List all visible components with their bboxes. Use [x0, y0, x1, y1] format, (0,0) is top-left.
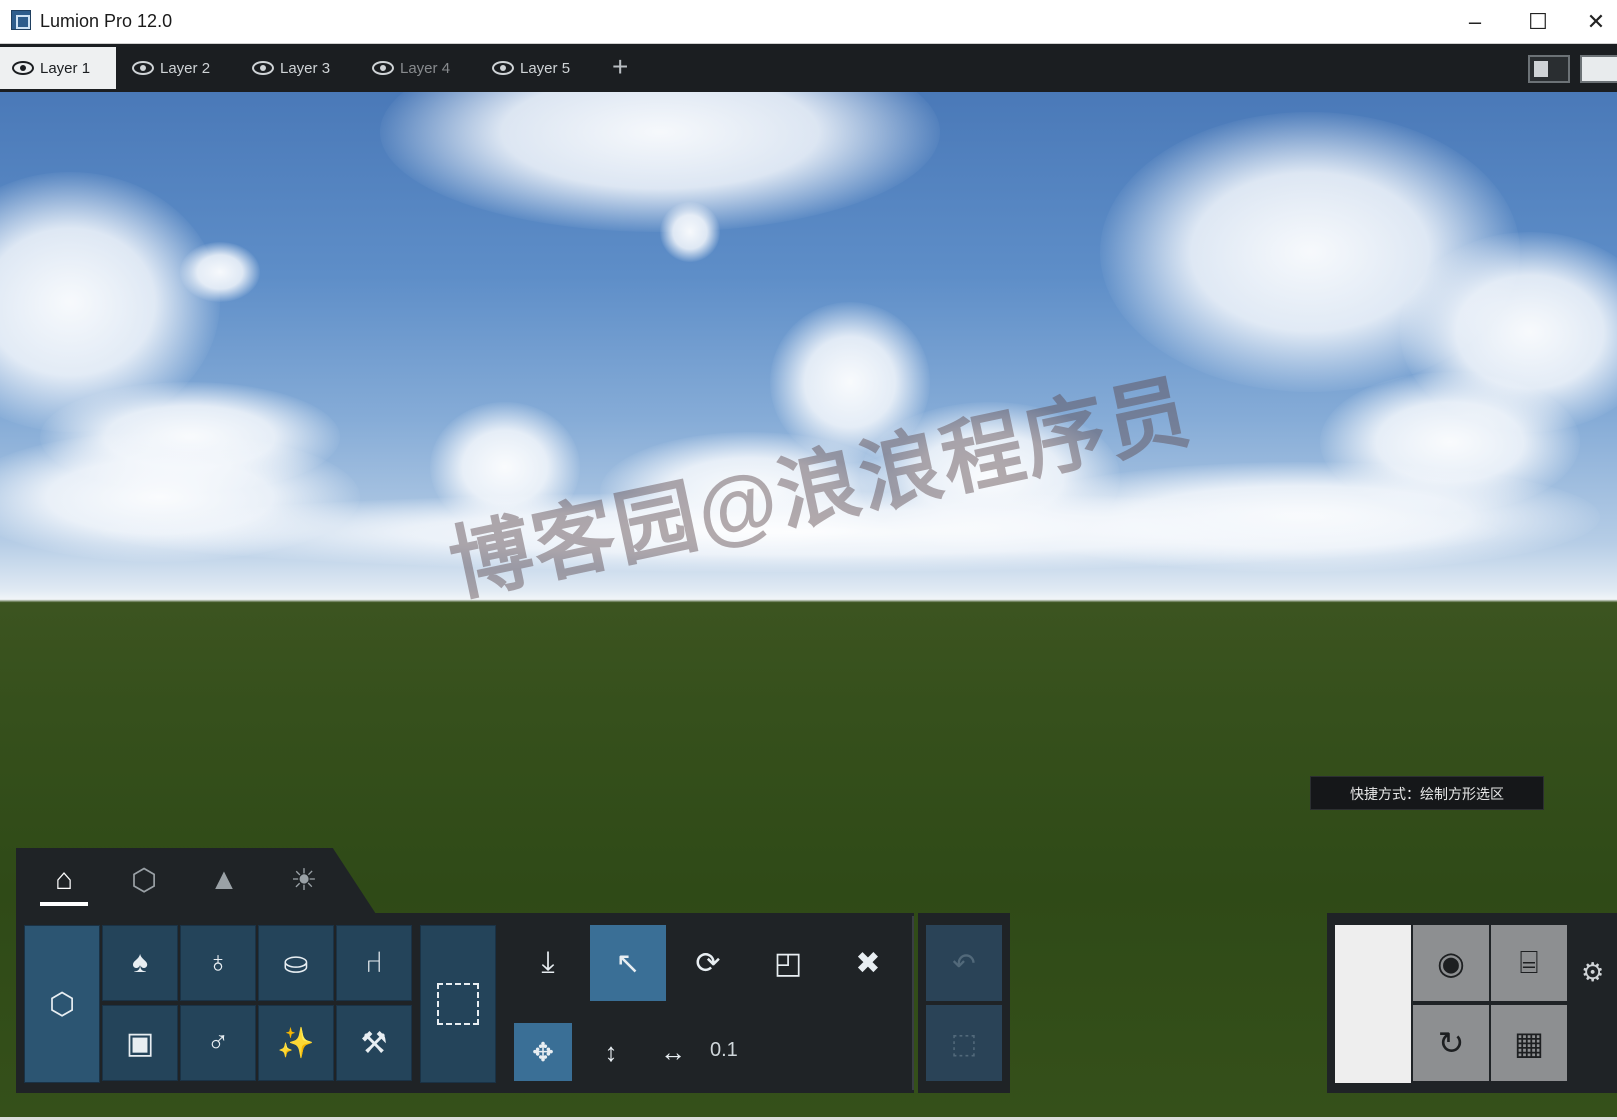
toolbar-divider: [912, 916, 914, 1090]
image-icon: ▦: [1513, 1025, 1545, 1061]
scale-object-button[interactable]: ◰: [750, 925, 826, 1001]
window-title-bar: Lumion Pro 12.0 – ☐ ✕: [0, 0, 1617, 44]
utilities-button[interactable]: ⚒: [336, 1005, 412, 1081]
import-model-button[interactable]: ⬡: [24, 925, 100, 1083]
editor-view-toggle-button[interactable]: [1528, 55, 1570, 83]
cube-icon: ⬡: [48, 987, 76, 1021]
layer-tab-bar: Layer 1 Layer 2 Layer 3 Layer 4 Layer 5: [0, 44, 1617, 92]
transport-button[interactable]: ⛀: [258, 925, 334, 1001]
lights-button[interactable]: ♂: [180, 1005, 256, 1081]
slide-object-button[interactable]: ↔: [644, 1023, 702, 1081]
eye-icon[interactable]: [252, 61, 274, 75]
light-bulb-icon: ♂: [206, 1026, 230, 1059]
maximize-button[interactable]: ☐: [1520, 6, 1556, 38]
deselect-button[interactable]: ⬚: [926, 1005, 1002, 1081]
mode-tab-bar: ⌂ ⬡ ▲ ☀: [16, 848, 376, 914]
move-arrows-icon: ✥: [532, 1036, 554, 1067]
window-title: Lumion Pro 12.0: [40, 11, 173, 31]
close-button[interactable]: ✕: [1578, 6, 1614, 38]
shortcut-tooltip: 快捷方式：绘制方形选区: [1310, 776, 1544, 810]
layer-tab-label: Layer 2: [160, 59, 211, 77]
layer-tab-label: Layer 1: [40, 59, 91, 77]
app-icon: [11, 10, 31, 30]
minimize-button[interactable]: –: [1457, 6, 1493, 38]
layer-tab-4[interactable]: Layer 4: [360, 47, 476, 89]
layer-tab-5[interactable]: Layer 5: [480, 47, 596, 89]
cursor-arrow-icon: ↖: [615, 946, 641, 980]
eye-icon[interactable]: [12, 61, 34, 75]
eye-icon[interactable]: [132, 61, 154, 75]
move-object-button[interactable]: ✥: [514, 1023, 572, 1081]
box-select-button[interactable]: [420, 925, 496, 1083]
cloud: [380, 92, 940, 232]
horizontal-arrows-icon: ↔: [660, 1036, 686, 1067]
output-panel: ◉ ⌸ ↻ ▦ ⚙: [1327, 913, 1617, 1093]
display-mode-toggle-button[interactable]: [1580, 55, 1617, 83]
chair-icon: ⑁: [365, 946, 383, 979]
effects-icon: ▣: [125, 1026, 155, 1060]
layer-tab-label: Layer 5: [520, 59, 571, 77]
magic-wand-icon: ✨: [277, 1026, 315, 1060]
trash-icon: ✖: [855, 946, 881, 980]
utility-wrench-icon: ⚒: [360, 1026, 388, 1060]
history-panel: ↶ ⬚: [918, 913, 1010, 1093]
cloud: [180, 242, 260, 302]
indoor-button[interactable]: ⑁: [336, 925, 412, 1001]
add-layer-button[interactable]: +: [612, 51, 628, 83]
tree-icon: ♠: [132, 946, 148, 979]
special-effects-button[interactable]: ✨: [258, 1005, 334, 1081]
delete-object-button[interactable]: ✖: [830, 925, 906, 1001]
person-icon: ♁: [206, 946, 230, 979]
box-select-icon: [437, 983, 479, 1025]
select-object-button[interactable]: ↖: [590, 925, 666, 1001]
adjust-height-button[interactable]: ↕: [582, 1023, 640, 1081]
undo-icon: ↶: [952, 947, 976, 979]
layer-tab-1[interactable]: Layer 1: [0, 47, 116, 89]
place-icon: ⤓: [541, 946, 555, 979]
landscape-icon[interactable]: ▲: [196, 858, 252, 902]
cloud: [660, 202, 720, 262]
material-icon[interactable]: ⬡: [116, 858, 172, 902]
gear-icon[interactable]: ⚙: [1581, 957, 1604, 988]
undo-button[interactable]: ↶: [926, 925, 1002, 1001]
panorama-icon: ↻: [1437, 1025, 1465, 1061]
effects-button[interactable]: ▣: [102, 1005, 178, 1081]
place-object-button[interactable]: ⤓: [510, 925, 586, 1001]
camera-icon: ◉: [1437, 945, 1465, 981]
layer-tab-2[interactable]: Layer 2: [120, 47, 236, 89]
deselect-icon: ⬚: [950, 1027, 978, 1059]
layer-tab-3[interactable]: Layer 3: [240, 47, 356, 89]
photo-mode-button[interactable]: ◉: [1413, 925, 1489, 1001]
object-toolbox: ⬡ ♠ ♁ ⛀ ⑁ ▣ ♂ ✨ ⚒ ⤓ ↖ ⟳ ◰ ✖ ✥ ↕ ↔ 0.1: [16, 913, 914, 1093]
scene-thumbnail[interactable]: [1335, 925, 1411, 1083]
film-strip-icon: ⌸: [1519, 944, 1539, 980]
nature-button[interactable]: ♠: [102, 925, 178, 1001]
export-image-button[interactable]: ▦: [1491, 1005, 1567, 1081]
vertical-arrows-icon: ↕: [604, 1036, 618, 1067]
scale-icon: ◰: [773, 946, 803, 980]
movie-mode-button[interactable]: ⌸: [1491, 925, 1567, 1001]
layer-tab-label: Layer 4: [400, 59, 451, 77]
increment-value-field[interactable]: 0.1: [710, 1039, 738, 1062]
rotate-icon: ⟳: [695, 946, 721, 980]
panorama-mode-button[interactable]: ↻: [1413, 1005, 1489, 1081]
home-icon[interactable]: ⌂: [36, 858, 92, 906]
weather-icon[interactable]: ☀: [276, 858, 332, 902]
layer-tab-label: Layer 3: [280, 59, 331, 77]
eye-icon[interactable]: [372, 61, 394, 75]
eye-icon[interactable]: [492, 61, 514, 75]
car-icon: ⛀: [283, 946, 309, 980]
rotate-object-button[interactable]: ⟳: [670, 925, 746, 1001]
people-button[interactable]: ♁: [180, 925, 256, 1001]
